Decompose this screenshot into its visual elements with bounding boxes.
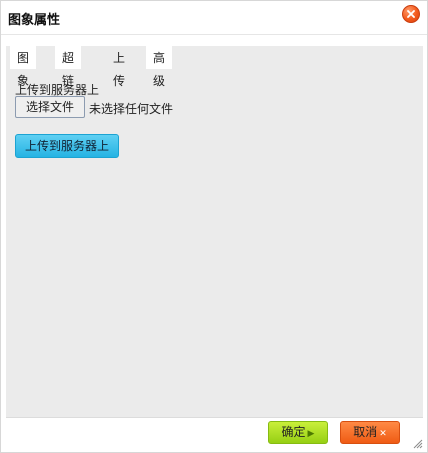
- resize-grip-icon[interactable]: [411, 437, 423, 449]
- cancel-button-label: 取消: [353, 425, 378, 439]
- tab-image[interactable]: 图象: [10, 46, 37, 88]
- arrow-right-icon: ▶: [307, 429, 315, 439]
- cancel-button[interactable]: 取消 ✕: [340, 421, 400, 444]
- close-icon: ✕: [379, 429, 387, 439]
- tab-upload[interactable]: 上传: [106, 46, 133, 88]
- file-status-text: 未选择任何文件: [89, 102, 174, 116]
- image-properties-dialog: 图象属性 图象 超链接 上传 高级 上传到服务器上 选择文件 未选择任何文件 上…: [0, 0, 428, 453]
- upload-to-server-button[interactable]: 上传到服务器上: [15, 134, 119, 158]
- choose-file-button[interactable]: 选择文件: [15, 96, 85, 118]
- dialog-title: 图象属性: [8, 13, 61, 28]
- tab-hyperlink[interactable]: 超链接: [55, 46, 82, 111]
- ok-button[interactable]: 确定 ▶: [268, 421, 328, 444]
- ok-button-label: 确定: [281, 425, 306, 439]
- tab-advanced[interactable]: 高级: [146, 46, 173, 88]
- close-button[interactable]: [402, 5, 420, 23]
- close-icon: [407, 10, 415, 18]
- dialog-titlebar[interactable]: 图象属性: [1, 1, 427, 35]
